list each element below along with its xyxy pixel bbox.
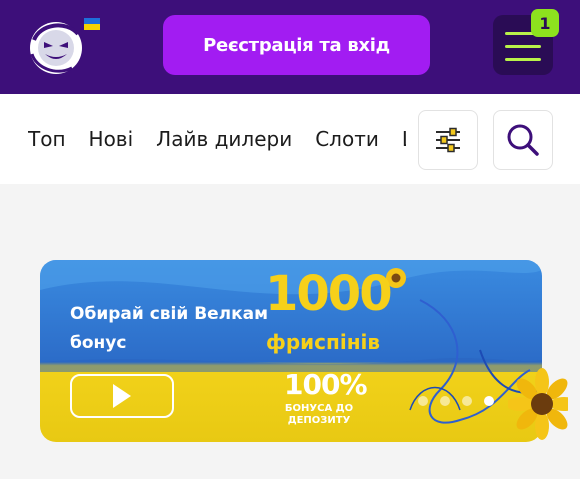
tab-new[interactable]: Нові bbox=[89, 127, 134, 151]
filter-sliders-icon bbox=[436, 127, 460, 153]
menu-notification-badge: 1 bbox=[531, 9, 559, 37]
carousel-dot[interactable] bbox=[440, 396, 450, 406]
banner-play-button[interactable] bbox=[70, 374, 174, 418]
bonus-percent: 100% bbox=[284, 368, 368, 401]
top-header: Реєстрація та вхід 1 bbox=[0, 0, 580, 94]
hamburger-line bbox=[505, 45, 541, 48]
tab-truncated[interactable]: Ц bbox=[402, 127, 406, 151]
carousel-dot-active[interactable] bbox=[484, 396, 494, 406]
filter-button[interactable] bbox=[418, 110, 478, 170]
hamburger-line bbox=[505, 58, 541, 61]
tab-top[interactable]: Топ bbox=[28, 127, 66, 151]
carousel-dot[interactable] bbox=[418, 396, 428, 406]
ukraine-flag-icon bbox=[84, 18, 100, 30]
sunflower-icon bbox=[508, 368, 568, 440]
register-login-button[interactable]: Реєстрація та вхід bbox=[163, 15, 430, 75]
banner-title: Обирай свій Велкам бонус bbox=[70, 304, 269, 353]
logo-icon[interactable] bbox=[26, 18, 86, 78]
tab-live-dealers[interactable]: Лайв дилери bbox=[156, 127, 292, 151]
tab-slots[interactable]: Слоти bbox=[315, 127, 379, 151]
carousel-dot[interactable] bbox=[462, 396, 472, 406]
search-icon bbox=[507, 124, 539, 156]
play-icon bbox=[113, 384, 131, 408]
category-tabs: Топ Нові Лайв дилери Слоти Ц bbox=[28, 94, 406, 184]
carousel-dots bbox=[418, 396, 518, 408]
search-button[interactable] bbox=[493, 110, 553, 170]
bonus-text: БОНУСА ДО ДЕПОЗИТУ bbox=[284, 403, 354, 426]
